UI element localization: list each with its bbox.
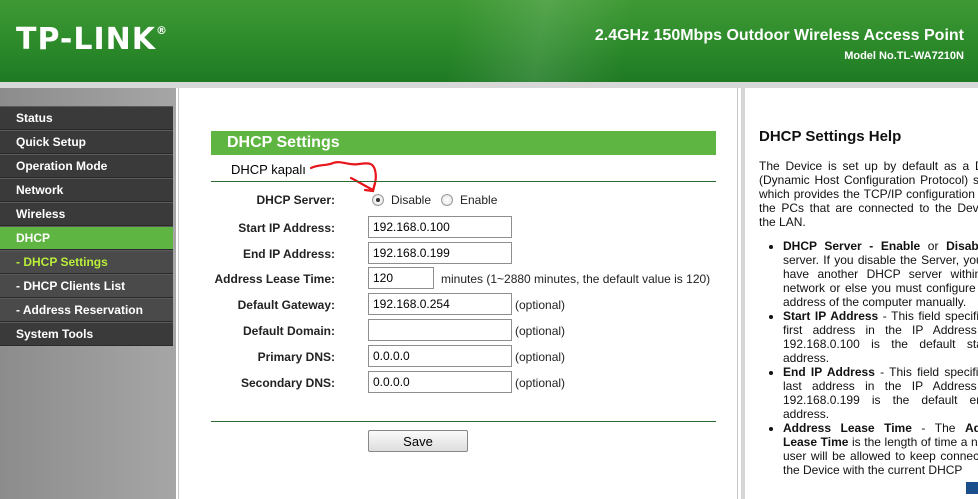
model-number: Model No.TL-WA7210N	[844, 50, 964, 62]
save-button[interactable]: Save	[368, 430, 468, 452]
help-term: Address Lease Time	[783, 421, 912, 435]
help-term: Disable	[946, 239, 978, 253]
help-panel: DHCP Settings Help The Device is set up …	[741, 88, 978, 499]
default-gateway-hint: (optional)	[515, 298, 566, 312]
section-divider	[211, 181, 716, 182]
default-domain-input[interactable]	[368, 319, 512, 341]
lease-time-input[interactable]	[368, 267, 434, 289]
dhcp-enable-label: Enable	[460, 193, 498, 207]
default-domain-label: Default Domain:	[242, 324, 335, 338]
logo-text: TP-LINK	[16, 22, 157, 57]
logo-registered-mark: ®	[156, 24, 169, 37]
bottom-divider	[211, 421, 716, 422]
default-gateway-row: Default Gateway: (optional)	[179, 293, 739, 317]
help-joiner: or	[920, 239, 947, 253]
dhcp-settings-panel: DHCP Settings DHCP kapalı DHCP Server: D…	[178, 88, 738, 499]
sidebar-item-status[interactable]: Status	[0, 106, 173, 130]
primary-dns-hint: (optional)	[515, 350, 566, 364]
lease-time-hint: minutes (1~2880 minutes, the default val…	[441, 272, 711, 286]
primary-dns-input[interactable]	[368, 345, 512, 367]
help-item-lease-time: Address Lease Time - The Address Lease T…	[783, 421, 978, 477]
model-title: 2.4GHz 150Mbps Outdoor Wireless Access P…	[594, 27, 964, 44]
dhcp-enable-radio[interactable]	[441, 194, 453, 206]
help-term: End IP Address	[783, 365, 875, 379]
secondary-dns-label: Secondary DNS:	[240, 376, 335, 390]
lease-time-label: Address Lease Time:	[214, 272, 336, 286]
help-list: DHCP Server - Enable or Disable the serv…	[783, 239, 978, 477]
end-ip-input[interactable]	[368, 242, 512, 264]
dhcp-server-label: DHCP Server:	[256, 193, 335, 207]
default-domain-row: Default Domain: (optional)	[179, 319, 739, 343]
default-domain-hint: (optional)	[515, 324, 566, 338]
sidebar-item-dhcp-clients-list[interactable]: - DHCP Clients List	[0, 274, 173, 298]
secondary-dns-row: Secondary DNS: (optional)	[179, 371, 739, 395]
help-title: DHCP Settings Help	[759, 128, 902, 145]
secondary-dns-input[interactable]	[368, 371, 512, 393]
end-ip-label: End IP Address:	[242, 247, 335, 261]
help-intro: The Device is set up by default as a DHC…	[759, 159, 978, 229]
annotation-note: DHCP kapalı	[231, 162, 306, 177]
primary-dns-label: Primary DNS:	[257, 350, 335, 364]
sidebar-item-dhcp-settings[interactable]: - DHCP Settings	[0, 250, 173, 274]
sidebar-item-address-reservation[interactable]: - Address Reservation	[0, 298, 173, 322]
sidebar-item-operation-mode[interactable]: Operation Mode	[0, 154, 173, 178]
sidebar-item-dhcp[interactable]: DHCP	[0, 226, 173, 250]
default-gateway-label: Default Gateway:	[237, 298, 335, 312]
sidebar: Status Quick Setup Operation Mode Networ…	[0, 88, 176, 499]
help-item-start-ip: Start IP Address - This field specifies …	[783, 309, 978, 365]
primary-dns-row: Primary DNS: (optional)	[179, 345, 739, 369]
start-ip-label: Start IP Address:	[238, 221, 335, 235]
header-banner: TP-LINK® 2.4GHz 150Mbps Outdoor Wireless…	[0, 0, 978, 82]
sidebar-item-quick-setup[interactable]: Quick Setup	[0, 130, 173, 154]
help-item-dhcp-server: DHCP Server - Enable or Disable the serv…	[783, 239, 978, 309]
scroll-indicator[interactable]	[966, 482, 978, 494]
default-gateway-input[interactable]	[368, 293, 512, 315]
end-ip-row: End IP Address:	[179, 242, 739, 266]
help-term: Start IP Address	[783, 309, 879, 323]
sidebar-item-system-tools[interactable]: System Tools	[0, 322, 173, 346]
lease-time-row: Address Lease Time: minutes (1~2880 minu…	[179, 267, 739, 291]
start-ip-input[interactable]	[368, 216, 512, 238]
sidebar-menu: Status Quick Setup Operation Mode Networ…	[0, 106, 173, 346]
help-item-end-ip: End IP Address - This field specifies th…	[783, 365, 978, 421]
section-title: DHCP Settings	[211, 131, 716, 155]
sidebar-item-network[interactable]: Network	[0, 178, 173, 202]
dhcp-disable-radio[interactable]	[372, 194, 384, 206]
tp-link-logo: TP-LINK®	[16, 22, 168, 57]
dhcp-disable-label: Disable	[391, 193, 432, 207]
sidebar-item-wireless[interactable]: Wireless	[0, 202, 173, 226]
help-term: DHCP Server - Enable	[783, 239, 921, 253]
help-joiner: - The	[911, 421, 965, 435]
secondary-dns-hint: (optional)	[515, 376, 566, 390]
start-ip-row: Start IP Address:	[179, 216, 739, 240]
dhcp-server-row: DHCP Server: Disable Enable	[179, 188, 739, 212]
